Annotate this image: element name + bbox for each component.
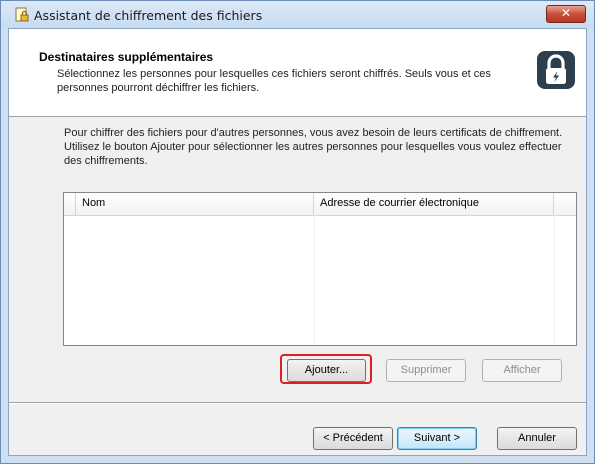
wizard-window: Assistant de chiffrement des fichiers ✕ … (0, 0, 595, 464)
wizard-header: Destinataires supplémentaires Sélectionn… (9, 29, 586, 117)
wizard-body: Destinataires supplémentaires Sélectionn… (8, 28, 587, 456)
page-title: Destinataires supplémentaires (39, 50, 214, 64)
cancel-button[interactable]: Annuler (497, 427, 577, 450)
column-divider (554, 215, 555, 345)
title-bar[interactable]: Assistant de chiffrement des fichiers ✕ (1, 1, 594, 28)
certificate-lock-icon (15, 7, 29, 22)
footer-divider (9, 402, 586, 404)
column-filler (554, 193, 576, 215)
column-header-name[interactable]: Nom (76, 193, 314, 215)
intro-text: Pour chiffrer des fichiers pour d'autres… (64, 127, 563, 167)
highlight-box (280, 354, 372, 384)
remove-button[interactable]: Supprimer (386, 359, 466, 382)
close-icon: ✕ (560, 6, 572, 20)
recipients-list[interactable]: Nom Adresse de courrier électronique (63, 192, 577, 346)
column-header-email[interactable]: Adresse de courrier électronique (314, 193, 554, 215)
show-button[interactable]: Afficher (482, 359, 562, 382)
list-header: Nom Adresse de courrier électronique (64, 193, 576, 216)
back-button[interactable]: < Précédent (313, 427, 393, 450)
column-divider (314, 215, 315, 345)
page-subtitle: Sélectionnez les personnes pour lesquell… (57, 68, 491, 94)
window-title: Assistant de chiffrement des fichiers (34, 8, 263, 23)
lock-icon (537, 51, 575, 89)
column-spacer (64, 193, 76, 215)
close-button[interactable]: ✕ (546, 5, 586, 23)
next-button[interactable]: Suivant > (397, 427, 477, 450)
